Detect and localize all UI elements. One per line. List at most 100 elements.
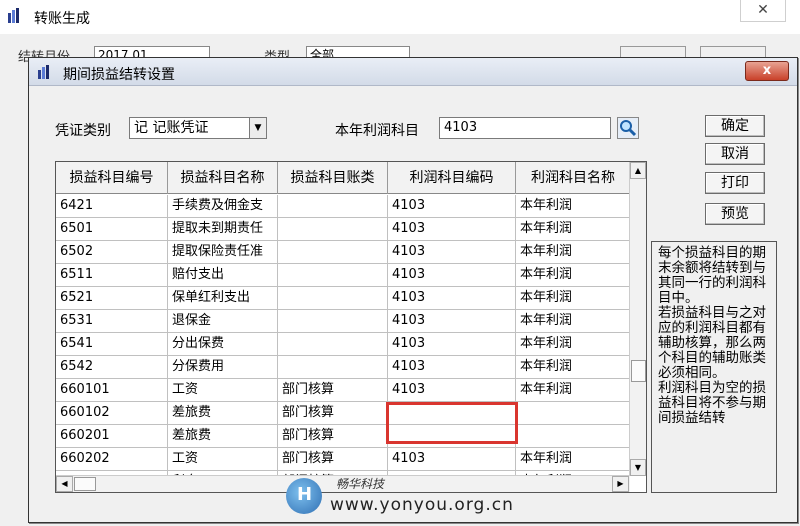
cell-pl-code[interactable]: 6501	[56, 218, 168, 241]
account-mapping-table[interactable]: 损益科目编号 损益科目名称 损益科目账类 利润科目编码 利润科目名称 6421 手…	[55, 161, 647, 493]
cell-pl-category[interactable]: 部门核算	[278, 425, 388, 448]
vertical-scrollbar[interactable]: ▲ ▼	[629, 162, 646, 476]
voucher-type-label: 凭证类别	[55, 123, 111, 139]
cell-profit-name[interactable]: 本年利润	[516, 356, 630, 379]
cell-profit-name[interactable]: 本年利润	[516, 264, 630, 287]
cell-profit-name[interactable]	[516, 402, 630, 425]
cell-pl-category[interactable]: 部门核算	[278, 402, 388, 425]
table-row[interactable]: 6502 提取保险责任准 4103 本年利润	[56, 241, 630, 264]
search-button[interactable]	[617, 117, 639, 139]
cell-pl-category[interactable]	[278, 333, 388, 356]
cell-pl-category[interactable]	[278, 195, 388, 218]
cell-pl-category[interactable]: 部门核算	[278, 448, 388, 471]
cell-pl-category[interactable]	[278, 287, 388, 310]
table-row[interactable]: 660101 工资 部门核算 4103 本年利润	[56, 379, 630, 402]
cell-profit-code[interactable]: 4103	[388, 218, 516, 241]
cell-profit-code[interactable]: 4103	[388, 264, 516, 287]
horizontal-scroll-thumb[interactable]	[74, 477, 96, 491]
cell-pl-name[interactable]: 退保金	[168, 310, 278, 333]
cell-pl-code[interactable]: 6531	[56, 310, 168, 333]
cell-profit-name[interactable]: 本年利润	[516, 333, 630, 356]
cell-profit-name[interactable]: 本年利润	[516, 448, 630, 471]
cell-pl-code[interactable]: 660201	[56, 425, 168, 448]
cell-pl-name[interactable]: 差旅费	[168, 425, 278, 448]
info-line: 若损益科目与之对应的利润科目都有辅助核算，那么两个科目的辅助账类必须相同。	[658, 305, 766, 381]
table-row[interactable]: 6421 手续费及佣金支 4103 本年利润	[56, 195, 630, 218]
cell-profit-code[interactable]: 4103	[388, 241, 516, 264]
cell-pl-name[interactable]: 工资	[168, 379, 278, 402]
cell-profit-name[interactable]: 本年利润	[516, 241, 630, 264]
header-pl-code[interactable]: 损益科目编号	[56, 162, 168, 194]
table-row[interactable]: 6501 提取未到期责任 4103 本年利润	[56, 218, 630, 241]
table-row[interactable]: 660202 工资 部门核算 4103 本年利润	[56, 448, 630, 471]
cell-pl-code[interactable]: 6502	[56, 241, 168, 264]
table-row[interactable]: 6511 赔付支出 4103 本年利润	[56, 264, 630, 287]
voucher-type-select[interactable]: 记 记账凭证	[129, 117, 249, 139]
cell-profit-code[interactable]: 4103	[388, 195, 516, 218]
cell-profit-name[interactable]: 本年利润	[516, 379, 630, 402]
cell-profit-code[interactable]: 4103	[388, 448, 516, 471]
cell-profit-code[interactable]: 4103	[388, 310, 516, 333]
table-row[interactable]: 6541 分出保费 4103 本年利润	[56, 333, 630, 356]
cell-pl-name[interactable]: 分出保费	[168, 333, 278, 356]
header-profit-code[interactable]: 利润科目编码	[388, 162, 516, 194]
cell-profit-code[interactable]: 4103	[388, 287, 516, 310]
cell-pl-name[interactable]: 赔付支出	[168, 264, 278, 287]
vertical-scroll-thumb[interactable]	[631, 360, 646, 382]
cell-pl-category[interactable]	[278, 218, 388, 241]
print-button[interactable]: 打印	[705, 172, 765, 194]
table-row[interactable]: 6521 保单红利支出 4103 本年利润	[56, 287, 630, 310]
cell-profit-name[interactable]: 本年利润	[516, 310, 630, 333]
cell-pl-code[interactable]: 660102	[56, 402, 168, 425]
cell-pl-name[interactable]: 提取未到期责任	[168, 218, 278, 241]
profit-account-input[interactable]: 4103	[439, 117, 611, 139]
cell-pl-code[interactable]: 6421	[56, 195, 168, 218]
cell-profit-code[interactable]: 4103	[388, 356, 516, 379]
cell-profit-code[interactable]: 4103	[388, 379, 516, 402]
table-row[interactable]: 6542 分保费用 4103 本年利润	[56, 356, 630, 379]
cell-pl-category[interactable]: 部门核算	[278, 379, 388, 402]
outer-close-button[interactable]: ✕	[740, 0, 786, 22]
dialog-close-button[interactable]: x	[745, 61, 789, 81]
cell-profit-name[interactable]: 本年利润	[516, 218, 630, 241]
voucher-type-dropdown-button[interactable]: ▼	[249, 117, 267, 139]
cell-pl-code[interactable]: 6511	[56, 264, 168, 287]
cell-profit-name[interactable]	[516, 425, 630, 448]
cell-pl-code[interactable]: 660202	[56, 448, 168, 471]
cell-pl-category[interactable]	[278, 241, 388, 264]
cell-pl-category[interactable]	[278, 264, 388, 287]
ok-button[interactable]: 确定	[705, 115, 765, 137]
header-profit-name[interactable]: 利润科目名称	[516, 162, 630, 194]
cell-profit-name[interactable]: 本年利润	[516, 287, 630, 310]
watermark-url: www.yonyou.org.cn	[330, 495, 514, 515]
cell-pl-name[interactable]: 保单红利支出	[168, 287, 278, 310]
cell-pl-name[interactable]: 提取保险责任准	[168, 241, 278, 264]
watermark-logo-letter: H	[297, 484, 313, 505]
cell-pl-category[interactable]	[278, 310, 388, 333]
cell-pl-name[interactable]: 工资	[168, 448, 278, 471]
cell-pl-code[interactable]: 6542	[56, 356, 168, 379]
cell-pl-category[interactable]	[278, 356, 388, 379]
table-row[interactable]: 660102 差旅费 部门核算	[56, 402, 630, 425]
scroll-left-arrow-icon[interactable]: ◀	[56, 476, 73, 492]
cell-pl-name[interactable]: 手续费及佣金支	[168, 195, 278, 218]
outer-title: 转账生成	[34, 11, 90, 27]
table-row[interactable]: 660201 差旅费 部门核算	[56, 425, 630, 448]
cell-profit-name[interactable]: 本年利润	[516, 195, 630, 218]
app-logo-icon	[8, 8, 19, 23]
cell-pl-code[interactable]: 6541	[56, 333, 168, 356]
scroll-down-arrow-icon[interactable]: ▼	[630, 459, 646, 476]
scroll-right-arrow-icon[interactable]: ▶	[612, 476, 629, 492]
cell-pl-name[interactable]: 差旅费	[168, 402, 278, 425]
header-pl-name[interactable]: 损益科目名称	[168, 162, 278, 194]
table-row[interactable]: 6531 退保金 4103 本年利润	[56, 310, 630, 333]
header-pl-category[interactable]: 损益科目账类	[278, 162, 388, 194]
cell-profit-code[interactable]: 4103	[388, 333, 516, 356]
cell-pl-code[interactable]: 6521	[56, 287, 168, 310]
cell-pl-code[interactable]: 660101	[56, 379, 168, 402]
scroll-up-arrow-icon[interactable]: ▲	[630, 162, 646, 179]
watermark-logo-icon: H	[286, 478, 322, 514]
cancel-button[interactable]: 取消	[705, 143, 765, 165]
preview-button[interactable]: 预览	[705, 203, 765, 225]
cell-pl-name[interactable]: 分保费用	[168, 356, 278, 379]
